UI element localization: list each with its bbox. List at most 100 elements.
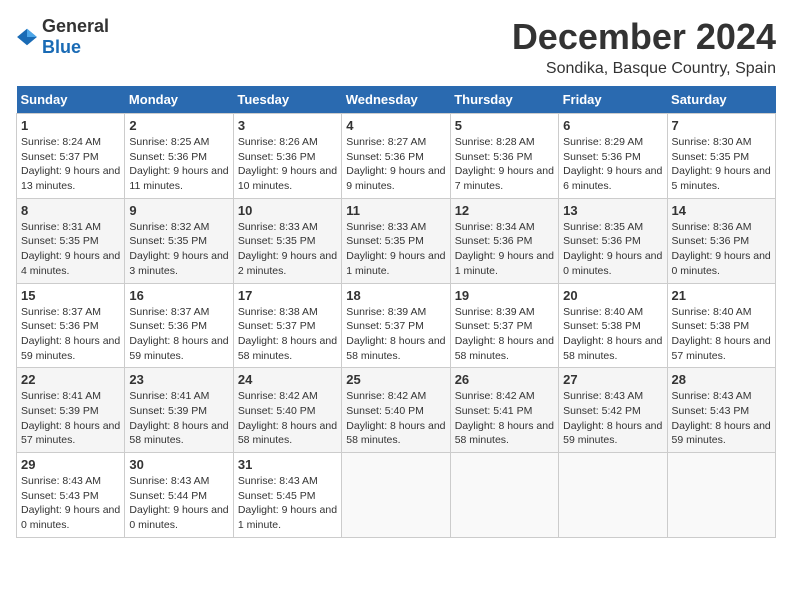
column-header-wednesday: Wednesday [342,86,450,114]
day-info: Sunrise: 8:37 AM Sunset: 5:36 PM Dayligh… [129,305,228,364]
day-number: 22 [21,372,120,387]
day-number: 14 [672,203,771,218]
calendar-cell [667,453,775,538]
day-number: 31 [238,457,337,472]
calendar-cell: 22 Sunrise: 8:41 AM Sunset: 5:39 PM Dayli… [17,368,125,453]
logo: General Blue [16,16,109,58]
calendar-cell: 15 Sunrise: 8:37 AM Sunset: 5:36 PM Dayli… [17,283,125,368]
calendar-cell [559,453,667,538]
column-header-thursday: Thursday [450,86,558,114]
day-number: 18 [346,288,445,303]
calendar-cell: 3 Sunrise: 8:26 AM Sunset: 5:36 PM Daylig… [233,114,341,199]
day-number: 20 [563,288,662,303]
day-number: 28 [672,372,771,387]
calendar-cell: 24 Sunrise: 8:42 AM Sunset: 5:40 PM Dayli… [233,368,341,453]
day-info: Sunrise: 8:29 AM Sunset: 5:36 PM Dayligh… [563,135,662,194]
day-number: 27 [563,372,662,387]
day-number: 4 [346,118,445,133]
day-number: 30 [129,457,228,472]
day-info: Sunrise: 8:41 AM Sunset: 5:39 PM Dayligh… [21,389,120,448]
location-title: Sondika, Basque Country, Spain [512,60,776,78]
calendar-week-4: 22 Sunrise: 8:41 AM Sunset: 5:39 PM Dayli… [17,368,776,453]
column-header-saturday: Saturday [667,86,775,114]
day-info: Sunrise: 8:40 AM Sunset: 5:38 PM Dayligh… [563,305,662,364]
day-info: Sunrise: 8:34 AM Sunset: 5:36 PM Dayligh… [455,220,554,279]
calendar-table: SundayMondayTuesdayWednesdayThursdayFrid… [16,86,776,538]
day-number: 3 [238,118,337,133]
day-number: 12 [455,203,554,218]
calendar-cell: 11 Sunrise: 8:33 AM Sunset: 5:35 PM Dayli… [342,198,450,283]
calendar-cell: 18 Sunrise: 8:39 AM Sunset: 5:37 PM Dayli… [342,283,450,368]
day-info: Sunrise: 8:32 AM Sunset: 5:35 PM Dayligh… [129,220,228,279]
calendar-cell: 30 Sunrise: 8:43 AM Sunset: 5:44 PM Dayli… [125,453,233,538]
day-info: Sunrise: 8:24 AM Sunset: 5:37 PM Dayligh… [21,135,120,194]
day-info: Sunrise: 8:33 AM Sunset: 5:35 PM Dayligh… [346,220,445,279]
logo-blue: Blue [42,37,81,57]
calendar-cell: 10 Sunrise: 8:33 AM Sunset: 5:35 PM Dayli… [233,198,341,283]
calendar-week-2: 8 Sunrise: 8:31 AM Sunset: 5:35 PM Daylig… [17,198,776,283]
day-number: 15 [21,288,120,303]
day-number: 1 [21,118,120,133]
day-info: Sunrise: 8:25 AM Sunset: 5:36 PM Dayligh… [129,135,228,194]
day-number: 25 [346,372,445,387]
day-info: Sunrise: 8:43 AM Sunset: 5:42 PM Dayligh… [563,389,662,448]
day-info: Sunrise: 8:42 AM Sunset: 5:41 PM Dayligh… [455,389,554,448]
day-number: 24 [238,372,337,387]
day-info: Sunrise: 8:42 AM Sunset: 5:40 PM Dayligh… [238,389,337,448]
calendar-cell: 13Sunrise: 8:35 AM Sunset: 5:36 PM Dayli… [559,198,667,283]
calendar-cell: 6 Sunrise: 8:29 AM Sunset: 5:36 PM Daylig… [559,114,667,199]
day-info: Sunrise: 8:31 AM Sunset: 5:35 PM Dayligh… [21,220,120,279]
calendar-cell: 5 Sunrise: 8:28 AM Sunset: 5:36 PM Daylig… [450,114,558,199]
day-info: Sunrise: 8:43 AM Sunset: 5:44 PM Dayligh… [129,474,228,533]
calendar-cell: 20 Sunrise: 8:40 AM Sunset: 5:38 PM Dayli… [559,283,667,368]
calendar-cell: 17Sunrise: 8:38 AM Sunset: 5:37 PM Dayli… [233,283,341,368]
day-info: Sunrise: 8:37 AM Sunset: 5:36 PM Dayligh… [21,305,120,364]
calendar-cell: 23Sunrise: 8:41 AM Sunset: 5:39 PM Dayli… [125,368,233,453]
day-info: Sunrise: 8:39 AM Sunset: 5:37 PM Dayligh… [455,305,554,364]
day-number: 10 [238,203,337,218]
calendar-cell: 19 Sunrise: 8:39 AM Sunset: 5:37 PM Dayli… [450,283,558,368]
logo-general: General [42,16,109,36]
day-info: Sunrise: 8:36 AM Sunset: 5:36 PM Dayligh… [672,220,771,279]
day-number: 19 [455,288,554,303]
calendar-cell: 27 Sunrise: 8:43 AM Sunset: 5:42 PM Dayli… [559,368,667,453]
calendar-cell: 29Sunrise: 8:43 AM Sunset: 5:43 PM Dayli… [17,453,125,538]
calendar-cell: 26 Sunrise: 8:42 AM Sunset: 5:41 PM Dayli… [450,368,558,453]
day-number: 13 [563,203,662,218]
calendar-cell: 2 Sunrise: 8:25 AM Sunset: 5:36 PM Daylig… [125,114,233,199]
day-info: Sunrise: 8:39 AM Sunset: 5:37 PM Dayligh… [346,305,445,364]
day-info: Sunrise: 8:26 AM Sunset: 5:36 PM Dayligh… [238,135,337,194]
header: General Blue December 2024 Sondika, Basq… [16,16,776,78]
column-header-friday: Friday [559,86,667,114]
column-header-sunday: Sunday [17,86,125,114]
day-info: Sunrise: 8:43 AM Sunset: 5:45 PM Dayligh… [238,474,337,533]
day-info: Sunrise: 8:42 AM Sunset: 5:40 PM Dayligh… [346,389,445,448]
day-number: 8 [21,203,120,218]
calendar-cell: 9 Sunrise: 8:32 AM Sunset: 5:35 PM Daylig… [125,198,233,283]
title-area: December 2024 Sondika, Basque Country, S… [512,16,776,78]
calendar-cell [450,453,558,538]
day-info: Sunrise: 8:43 AM Sunset: 5:43 PM Dayligh… [21,474,120,533]
day-number: 7 [672,118,771,133]
day-info: Sunrise: 8:40 AM Sunset: 5:38 PM Dayligh… [672,305,771,364]
day-number: 9 [129,203,228,218]
day-number: 21 [672,288,771,303]
calendar-cell: 1 Sunrise: 8:24 AM Sunset: 5:37 PM Daylig… [17,114,125,199]
day-number: 17 [238,288,337,303]
calendar-cell: 25 Sunrise: 8:42 AM Sunset: 5:40 PM Dayli… [342,368,450,453]
day-number: 5 [455,118,554,133]
day-number: 26 [455,372,554,387]
day-info: Sunrise: 8:27 AM Sunset: 5:36 PM Dayligh… [346,135,445,194]
calendar-cell: 8 Sunrise: 8:31 AM Sunset: 5:35 PM Daylig… [17,198,125,283]
day-info: Sunrise: 8:28 AM Sunset: 5:36 PM Dayligh… [455,135,554,194]
calendar-cell: 21 Sunrise: 8:40 AM Sunset: 5:38 PM Dayli… [667,283,775,368]
calendar-cell: 14 Sunrise: 8:36 AM Sunset: 5:36 PM Dayli… [667,198,775,283]
calendar-cell: 4 Sunrise: 8:27 AM Sunset: 5:36 PM Daylig… [342,114,450,199]
calendar-cell [342,453,450,538]
day-number: 6 [563,118,662,133]
day-number: 11 [346,203,445,218]
day-info: Sunrise: 8:33 AM Sunset: 5:35 PM Dayligh… [238,220,337,279]
day-number: 2 [129,118,228,133]
logo-icon [16,26,38,48]
calendar-cell: 28Sunrise: 8:43 AM Sunset: 5:43 PM Dayli… [667,368,775,453]
